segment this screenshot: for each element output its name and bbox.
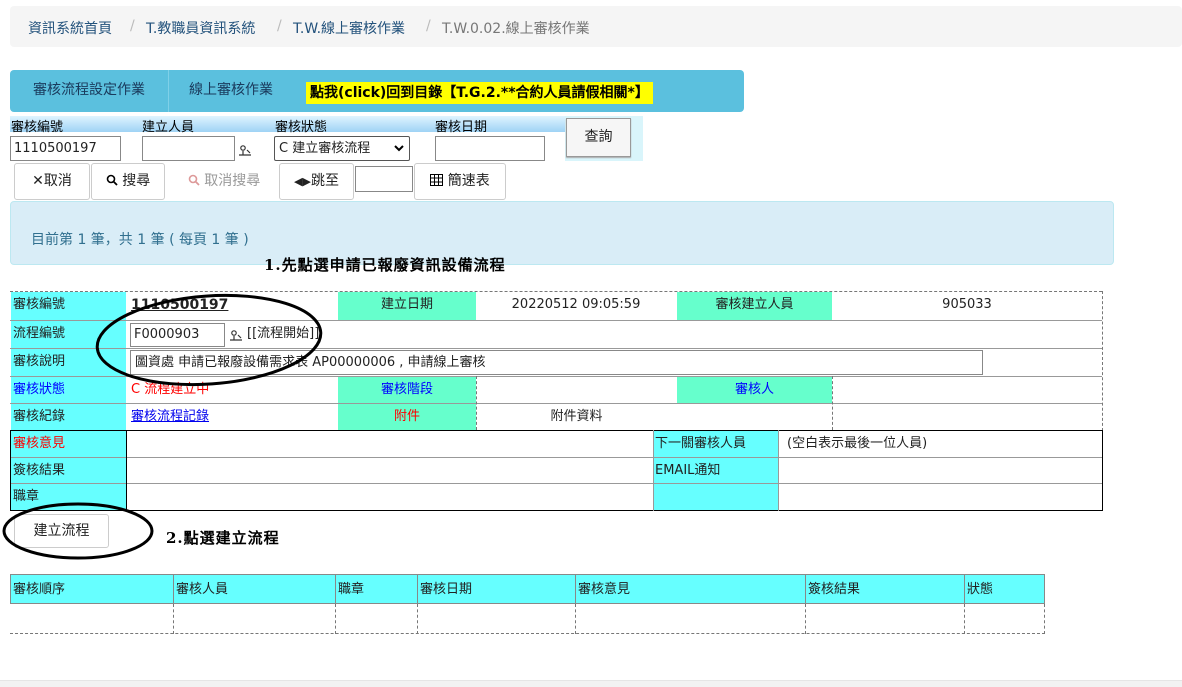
close-icon: ✕ [32, 173, 44, 189]
tab-review-flow-settings[interactable]: 審核流程設定作業 [10, 70, 168, 112]
history-col-opinion: 審核意見 [575, 574, 806, 604]
grid-line [173, 604, 174, 634]
next-reviewer-hint: (空白表示最後一位人員) [787, 436, 928, 451]
table-icon [430, 173, 447, 189]
opinion-input[interactable] [127, 431, 653, 457]
back-to-menu-link[interactable]: 點我(click)回到目錄【T.G.2.**合約人員請假相關*】 [306, 82, 653, 104]
cancel-label: 取消 [43, 173, 72, 189]
blank-label-cell [654, 484, 778, 510]
page-footer-bar [0, 680, 1182, 687]
goto-button[interactable]: ◀▶跳至 [279, 163, 354, 200]
creator-value: 905033 [942, 297, 992, 312]
history-row-line [10, 633, 1045, 634]
query-id-label: 審核編號 [11, 120, 64, 135]
goto-page-input[interactable] [355, 166, 413, 192]
tab-bar: 審核流程設定作業 線上審核作業 點我(click)回到目錄【T.G.2.**合約… [10, 70, 744, 112]
cancel-search-label: 取消搜尋 [204, 173, 261, 189]
reviewer-label: 審核人 [677, 377, 832, 403]
breadcrumb-separator: / [277, 18, 282, 34]
search-off-icon [188, 173, 204, 189]
query-status-select[interactable]: C 建立審核流程 [274, 136, 410, 161]
title-value [127, 484, 653, 510]
grid-line [10, 510, 1102, 511]
breadcrumb-online-review-link[interactable]: T.W.線上審核作業 [293, 18, 405, 38]
stage-value [477, 377, 676, 403]
history-col-date: 審核日期 [417, 574, 576, 604]
cancel-search-button[interactable]: 取消搜尋 [172, 163, 276, 200]
query-creator-input[interactable] [142, 136, 235, 161]
history-col-result: 簽核結果 [805, 574, 965, 604]
person-picker-icon[interactable] [237, 142, 253, 158]
opinion-label: 審核意見 [11, 431, 126, 457]
grid-line [1102, 430, 1103, 511]
breadcrumb-home-link[interactable]: 資訊系統首頁 [28, 18, 112, 38]
grid-line [1102, 291, 1103, 431]
result-label: 簽核結果 [11, 458, 126, 483]
record-info-box: 目前第 1 筆，共 1 筆 ( 每頁 1 筆 ) [10, 201, 1114, 265]
query-id-input[interactable]: 1110500197 [10, 136, 121, 161]
attachment-value[interactable]: 附件資料 [477, 404, 676, 430]
breadcrumb-separator: / [426, 18, 431, 34]
result-input[interactable] [127, 458, 653, 483]
email-notify-input[interactable] [779, 458, 1102, 483]
grid-line [575, 604, 576, 634]
record-count-text: 目前第 1 筆，共 1 筆 ( 每頁 1 筆 ) [31, 232, 249, 248]
query-button[interactable]: 查詢 [566, 118, 631, 157]
review-log-link[interactable]: 審核流程記錄 [131, 404, 331, 430]
breadcrumb-current: T.W.0.02.線上審核作業 [442, 21, 590, 37]
query-creator-label: 建立人員 [142, 120, 195, 135]
email-notify-label: EMAIL通知 [654, 458, 778, 483]
creator-label: 審核建立人員 [677, 292, 832, 320]
attachment-label: 附件 [338, 404, 476, 430]
create-date-label: 建立日期 [338, 292, 476, 320]
search-button[interactable]: 搜尋 [91, 163, 165, 200]
tab-online-review[interactable]: 線上審核作業 [168, 70, 293, 112]
search-label: 搜尋 [122, 173, 151, 189]
create-date-value: 20220512 09:05:59 [511, 297, 641, 312]
annotation-step-1: 1.先點選申請已報廢資訊設備流程 [264, 256, 506, 274]
query-status-selected: C 建立審核流程 [279, 141, 371, 156]
grid-line [335, 604, 336, 634]
cancel-button[interactable]: ✕取消 [14, 163, 90, 200]
search-icon [106, 173, 122, 189]
next-reviewer-label: 下一關審核人員 [654, 431, 778, 457]
log-label: 審核紀錄 [11, 404, 126, 430]
breadcrumb: 資訊系統首頁 / T.教職員資訊系統 / T.W.線上審核作業 / T.W.0.… [10, 6, 1182, 47]
grid-line [964, 604, 965, 634]
annotation-ellipse-2 [2, 502, 154, 560]
grid-line [417, 604, 418, 634]
query-date-input[interactable] [435, 136, 545, 161]
reviewer-value [833, 377, 1102, 403]
annotation-step-2: 2.點選建立流程 [166, 529, 280, 547]
history-col-title: 職章 [335, 574, 418, 604]
brief-table-button[interactable]: 簡速表 [414, 163, 506, 200]
history-col-order: 審核順序 [10, 574, 174, 604]
breadcrumb-separator: / [130, 18, 135, 34]
history-col-status: 狀態 [964, 574, 1045, 604]
breadcrumb-staff-system-link[interactable]: T.教職員資訊系統 [146, 18, 255, 38]
goto-label: 跳至 [310, 173, 339, 189]
history-col-reviewer: 審核人員 [173, 574, 336, 604]
brief-table-label: 簡速表 [447, 173, 490, 189]
stage-label: 審核階段 [338, 377, 476, 403]
left-right-arrows-icon: ◀▶ [294, 175, 311, 188]
annotation-ellipse-1 [95, 293, 323, 387]
chevron-down-icon [393, 138, 405, 166]
query-date-label: 審核日期 [435, 120, 488, 135]
grid-line [1044, 604, 1045, 634]
query-status-label: 審核狀態 [275, 120, 328, 135]
grid-line [805, 604, 806, 634]
